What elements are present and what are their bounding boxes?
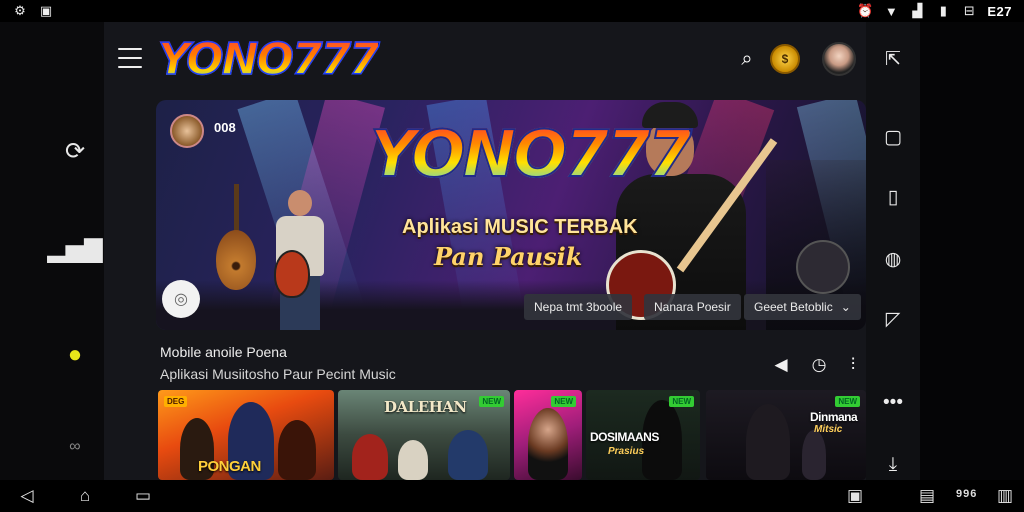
left-rail: ⟳ ▂▅▇ ● ∞ xyxy=(0,22,104,480)
search-icon[interactable]: ⌕ xyxy=(732,44,762,74)
disc-icon[interactable]: ◎ xyxy=(162,280,200,318)
hero-logo: YONO777 xyxy=(369,117,693,193)
back-icon[interactable]: ◁ xyxy=(14,484,40,508)
screenshot-icon[interactable]: ▤ xyxy=(914,484,940,508)
far-right-panel xyxy=(920,22,1024,480)
hero-chip-label: Geeet Betoblic xyxy=(754,300,833,314)
music-card[interactable]: PONGAN DEG xyxy=(158,390,334,480)
bookmark-icon[interactable]: ▯ xyxy=(878,182,908,212)
hero-chip-label: Nanara Poesir xyxy=(654,300,731,314)
card-title: PONGAN xyxy=(198,458,261,475)
stats-icon[interactable]: ▂▅▇ xyxy=(47,232,102,266)
app-header: YONO777 ⌕ $ xyxy=(104,22,866,98)
card-tag: NEW xyxy=(551,396,576,407)
right-rail: ⇱ ▢ ▯ ◍ ◸ ••• ⤓ xyxy=(866,22,920,480)
channel-label: 008 xyxy=(214,120,236,135)
recents-icon[interactable]: ▭ xyxy=(130,484,156,508)
music-card[interactable]: DALEHAN NEW xyxy=(338,390,510,480)
compass-icon[interactable]: ◍ xyxy=(878,244,908,274)
card-tag: DEG xyxy=(164,396,188,407)
section-subtitle: Aplikasi Musiitosho Paur Pecint Music xyxy=(160,366,396,382)
music-card[interactable]: Dinmana Mitsic NEW xyxy=(706,390,866,480)
acoustic-guitar-neck xyxy=(234,184,239,234)
menu-line xyxy=(118,57,142,59)
alarm-icon: ⏰ xyxy=(857,3,874,18)
settings-gear-icon: ⚙ xyxy=(14,3,26,18)
music-card[interactable]: NEW xyxy=(514,390,582,480)
card-title: Dinmana xyxy=(810,410,858,424)
drum xyxy=(796,240,850,294)
hero-subtitle-2: Pan Pausik xyxy=(434,242,583,271)
hero-chip-1[interactable]: Nepa tmt 3boole xyxy=(524,294,633,320)
filter-icon[interactable]: ⫶ xyxy=(840,352,866,378)
card-figure xyxy=(352,434,388,480)
notification-icon: ▣ xyxy=(39,3,53,18)
battery-icon: ▮ xyxy=(939,3,947,18)
status-bar: ⚙ ▣ ⏰ ▼ ▟ ▮ ⊟ E27 xyxy=(0,0,1024,22)
menu-line xyxy=(118,66,142,68)
hero-banner[interactable]: YONO777 Aplikasi MUSIC TERBAK Pan Pausik… xyxy=(156,100,866,330)
menu-line xyxy=(118,48,142,50)
menu-button[interactable] xyxy=(118,48,142,68)
card-subtitle: Prasius xyxy=(608,446,645,457)
chevron-down-icon: ⌄ xyxy=(840,300,851,314)
card-subtitle: Mitsic xyxy=(814,424,843,435)
timer-icon[interactable]: ◷ xyxy=(806,352,832,378)
nav-indicator-text: 996 xyxy=(956,488,978,500)
message-icon[interactable]: ◸ xyxy=(878,304,908,334)
status-time: E27 xyxy=(987,3,1012,19)
hero-chip-dropdown[interactable]: Geeet Betoblic ⌄ xyxy=(744,294,861,320)
bulb-icon[interactable]: ● xyxy=(58,338,92,372)
loop-icon[interactable]: ∞ xyxy=(58,430,92,464)
coin-icon[interactable]: $ xyxy=(770,44,800,74)
section-title: Mobile anoile Poena xyxy=(160,344,287,360)
card-figure xyxy=(278,420,316,480)
card-figure xyxy=(802,430,826,480)
card-title: DOSIMAANS xyxy=(590,430,659,444)
collapse-icon[interactable]: ⤓ xyxy=(878,450,908,480)
card-figure xyxy=(448,430,488,480)
avatar[interactable] xyxy=(822,42,856,76)
card-tag: NEW xyxy=(479,396,504,407)
home-icon[interactable]: ⌂ xyxy=(72,484,98,508)
app-window: YONO777 ⌕ $ YONO777 Aplikasi MUSIC TERBA… xyxy=(104,22,866,480)
card-figure xyxy=(398,440,428,480)
hero-chip-label: Nepa tmt 3boole xyxy=(534,300,623,314)
wifi-icon: ▼ xyxy=(884,3,898,19)
share-icon[interactable]: ⇱ xyxy=(878,44,908,74)
share-arrow-icon[interactable]: ◀ xyxy=(768,352,794,378)
music-card[interactable]: DOSIMAANS Prasius NEW xyxy=(586,390,700,480)
card-figure xyxy=(528,408,568,480)
bag-icon: ⊟ xyxy=(963,3,975,18)
app-logo[interactable]: YONO777 xyxy=(157,33,380,86)
apps-icon[interactable]: ▥ xyxy=(992,484,1018,508)
system-nav-bar: ◁ ⌂ ▭ ▣ ▤ 996 ▥ xyxy=(0,480,1024,512)
hero-subtitle-1: Aplikasi MUSIC TERBAK xyxy=(402,216,638,238)
signal-icon: ▟ xyxy=(912,3,923,18)
card-figure xyxy=(746,404,790,480)
status-right: ⏰ ▼ ▟ ▮ ⊟ E27 xyxy=(857,3,1012,19)
guitarist-head xyxy=(288,190,312,216)
square-icon[interactable]: ▢ xyxy=(878,122,908,152)
channel-badge[interactable] xyxy=(170,114,204,148)
refresh-icon[interactable]: ⟳ xyxy=(58,134,92,168)
card-tag: NEW xyxy=(835,396,860,407)
status-left: ⚙ ▣ xyxy=(12,3,54,19)
card-tag: NEW xyxy=(669,396,694,407)
acoustic-guitar xyxy=(216,230,256,290)
keyboard-icon[interactable]: ▣ xyxy=(842,484,868,508)
hero-chip-2[interactable]: Nanara Poesir xyxy=(644,294,741,320)
card-title: DALEHAN xyxy=(384,398,467,416)
electric-guitar xyxy=(274,250,310,298)
more-icon[interactable]: ••• xyxy=(878,388,908,418)
